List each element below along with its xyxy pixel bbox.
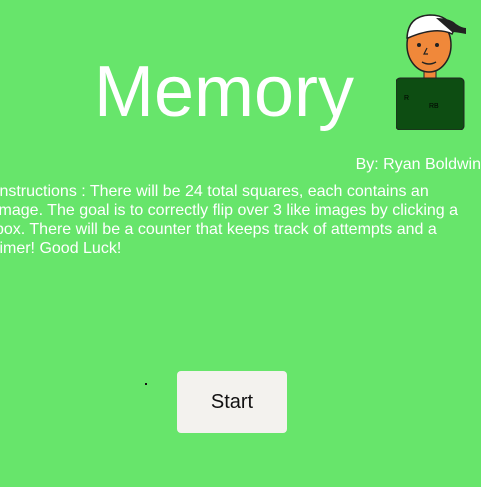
page-title: Memory	[94, 52, 355, 132]
shirt-initials-right: RB	[429, 103, 439, 110]
instructions-text: Instructions : There will be 24 total sq…	[0, 183, 459, 257]
author-byline: By: Ryan Boldwin	[355, 156, 481, 173]
shirt-initials-left: R	[404, 95, 409, 102]
avatar: R RB	[396, 14, 466, 130]
start-button[interactable]: Start	[177, 371, 287, 433]
stray-dot	[145, 383, 147, 385]
